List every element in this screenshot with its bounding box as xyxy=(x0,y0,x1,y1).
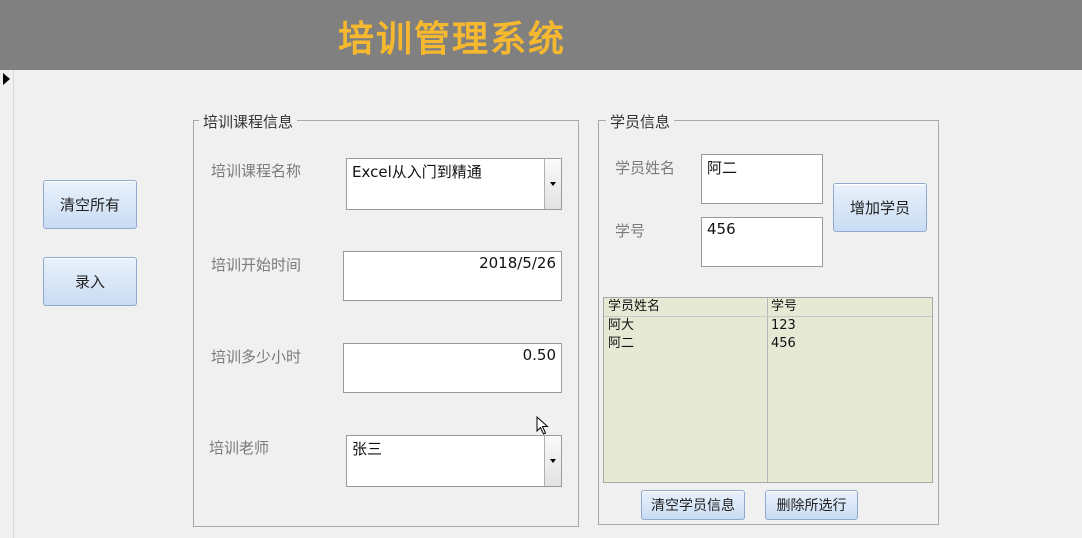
list-row-id[interactable]: 123 xyxy=(771,317,796,335)
chevron-down-icon[interactable] xyxy=(544,436,561,486)
course-info-caption: 培训课程信息 xyxy=(199,111,298,132)
clear-all-button[interactable]: 清空所有 xyxy=(43,180,137,229)
list-header-id: 学号 xyxy=(771,299,798,314)
add-student-button[interactable]: 增加学员 xyxy=(833,183,927,232)
teacher-value: 张三 xyxy=(352,440,383,458)
list-header-divider xyxy=(604,316,932,317)
hours-value: 0.50 xyxy=(522,346,556,364)
student-id-label: 学号 xyxy=(615,222,646,240)
list-row-name[interactable]: 阿二 xyxy=(608,335,634,353)
student-id-value: 456 xyxy=(707,220,736,238)
course-name-combo[interactable]: Excel从入门到精通 xyxy=(346,158,562,210)
app-title: 培训管理系统 xyxy=(338,18,567,60)
clear-student-button[interactable]: 清空学员信息 xyxy=(641,490,745,520)
student-list[interactable]: 学员姓名 学号 阿大 123 阿二 456 xyxy=(603,297,933,483)
list-row-id[interactable]: 456 xyxy=(771,335,796,353)
enter-button[interactable]: 录入 xyxy=(43,257,137,306)
list-header-name: 学员姓名 xyxy=(608,299,661,314)
list-row-name[interactable]: 阿大 xyxy=(608,317,634,335)
start-time-field[interactable]: 2018/5/26 xyxy=(343,251,562,301)
delete-selected-button[interactable]: 删除所选行 xyxy=(765,490,858,520)
course-name-label: 培训课程名称 xyxy=(211,162,302,180)
hours-label: 培训多少小时 xyxy=(211,348,302,366)
course-name-value: Excel从入门到精通 xyxy=(352,163,482,181)
student-info-caption: 学员信息 xyxy=(606,111,675,132)
student-name-label: 学员姓名 xyxy=(615,159,676,177)
app-header: 培训管理系统 xyxy=(0,0,1082,70)
start-time-value: 2018/5/26 xyxy=(479,254,556,272)
teacher-combo[interactable]: 张三 xyxy=(346,435,562,487)
list-column-divider xyxy=(767,298,768,482)
student-name-value: 阿二 xyxy=(707,159,738,177)
mouse-cursor-icon xyxy=(536,416,549,435)
record-selector[interactable] xyxy=(0,70,14,538)
teacher-label: 培训老师 xyxy=(209,439,270,457)
student-id-field[interactable]: 456 xyxy=(701,217,823,267)
hours-field[interactable]: 0.50 xyxy=(343,343,562,393)
triangle-right-icon xyxy=(3,73,10,85)
start-time-label: 培训开始时间 xyxy=(211,256,302,274)
student-name-field[interactable]: 阿二 xyxy=(701,154,823,204)
chevron-down-icon[interactable] xyxy=(544,159,561,209)
